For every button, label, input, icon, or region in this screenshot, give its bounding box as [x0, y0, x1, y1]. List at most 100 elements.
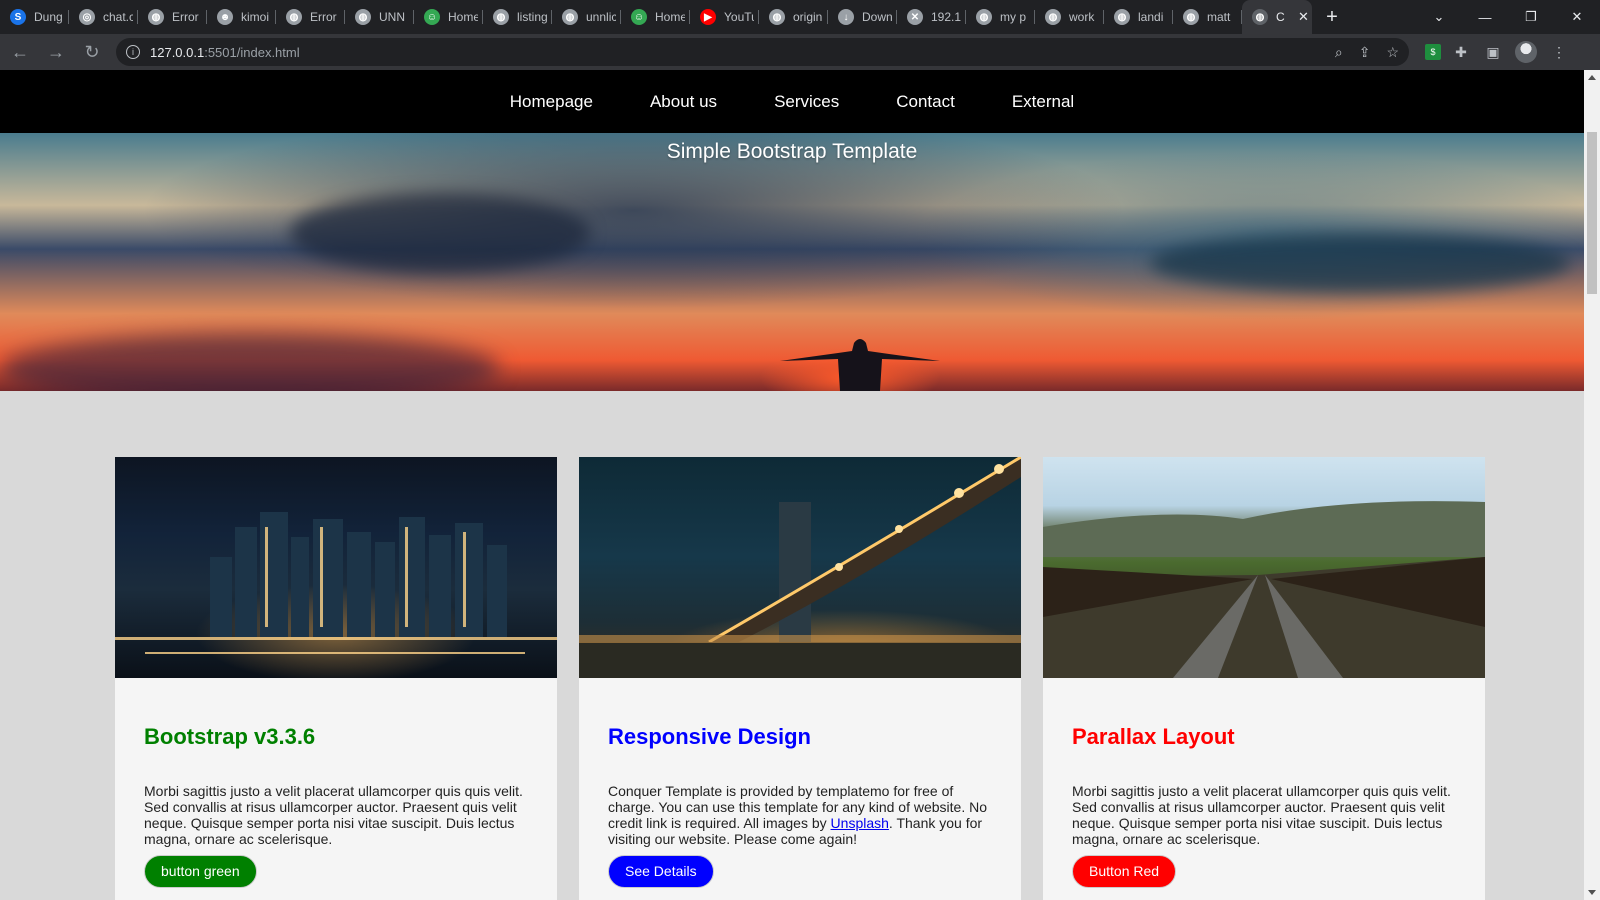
browser-tab[interactable]: ✕ 192.1: [897, 0, 966, 34]
extension-icon[interactable]: $: [1425, 44, 1441, 60]
face-icon: ☺: [631, 9, 647, 25]
s-letter-icon: S: [10, 9, 26, 25]
nav-external[interactable]: External: [1012, 92, 1074, 112]
tab-title: YouTu: [724, 10, 754, 24]
card-body: Responsive Design Conquer Template is pr…: [579, 678, 1021, 888]
browser-tab[interactable]: ◍ landi: [1104, 0, 1173, 34]
hero-banner: Simple Bootstrap Template: [0, 133, 1584, 391]
tab-title: Dung: [34, 10, 63, 24]
tab-title: Error: [172, 10, 199, 24]
page-scrollbar[interactable]: [1584, 70, 1600, 900]
card-bootstrap: Bootstrap v3.3.6 Morbi sagittis justo a …: [115, 457, 557, 900]
scrollbar-thumb[interactable]: [1587, 132, 1597, 294]
browser-tab[interactable]: ↓ Down: [828, 0, 897, 34]
railway-scene: [1043, 501, 1485, 678]
nav-homepage[interactable]: Homepage: [510, 92, 593, 112]
download-icon: ↓: [838, 9, 854, 25]
menu-dots-icon[interactable]: ⋮: [1547, 40, 1571, 64]
youtube-icon: ▶: [700, 9, 716, 25]
browser-tab[interactable]: ◎ chat.c: [69, 0, 138, 34]
card-body: Bootstrap v3.3.6 Morbi sagittis justo a …: [115, 678, 557, 888]
card-title: Parallax Layout: [1072, 724, 1235, 749]
railway-bridge-image: [1043, 457, 1485, 678]
page-viewport: Homepage About us Services Contact Exter…: [0, 70, 1584, 900]
card-parallax: Parallax Layout Morbi sagittis justo a v…: [1043, 457, 1485, 900]
bridge-night-image: [579, 457, 1021, 678]
card-title: Responsive Design: [608, 724, 811, 749]
back-button[interactable]: ←: [4, 36, 36, 68]
see-details-button[interactable]: See Details: [608, 855, 714, 888]
active-tab-title: C: [1276, 10, 1285, 24]
browser-tab[interactable]: ◍ Error: [138, 0, 207, 34]
extensions-area: $ ✚ ▣ ⋮: [1421, 40, 1575, 64]
reload-button[interactable]: ↻: [76, 36, 108, 68]
nav-services[interactable]: Services: [774, 92, 839, 112]
active-tab[interactable]: ◍ C ✕: [1242, 0, 1312, 34]
browser-tab[interactable]: ◍ listing: [483, 0, 552, 34]
browser-tab[interactable]: ▶ YouTu: [690, 0, 759, 34]
profile-avatar[interactable]: [1515, 41, 1537, 63]
tab-title: 192.1: [931, 10, 961, 24]
tab-title: listing: [517, 10, 547, 24]
browser-tab[interactable]: ◍ my p: [966, 0, 1035, 34]
close-window-button[interactable]: ✕: [1554, 9, 1600, 25]
browser-tab[interactable]: ◍ UNN: [345, 0, 414, 34]
globe-icon: ◍: [1183, 9, 1199, 25]
tab-list: S Dung ◎ chat.c ◍ Error ☻ kimoi ◍ Error ◍ UNN ☺ Home ◍…: [0, 0, 1242, 34]
zoom-icon[interactable]: ⌕: [1335, 44, 1343, 61]
browser-tab[interactable]: ☺ Home: [414, 0, 483, 34]
close-tab-icon[interactable]: ✕: [1298, 9, 1309, 25]
person-silhouette: [780, 339, 940, 391]
tab-title: origin: [793, 10, 823, 24]
city-night-image: [115, 457, 557, 678]
card-body: Parallax Layout Morbi sagittis justo a v…: [1043, 678, 1485, 888]
browser-tab[interactable]: ◍ matt: [1173, 0, 1242, 34]
browser-tab[interactable]: ◍ Error: [276, 0, 345, 34]
new-tab-button[interactable]: +: [1312, 0, 1352, 34]
hero-title: Simple Bootstrap Template: [666, 140, 918, 163]
browser-tab[interactable]: ◍ work: [1035, 0, 1104, 34]
side-panel-icon[interactable]: ▣: [1481, 40, 1505, 64]
globe-icon: ◍: [1045, 9, 1061, 25]
face-icon: ☺: [424, 9, 440, 25]
button-red[interactable]: Button Red: [1072, 855, 1177, 888]
tab-title: landi: [1138, 10, 1164, 24]
nav-contact[interactable]: Contact: [896, 92, 955, 112]
puzzle-icon[interactable]: ✚: [1449, 40, 1473, 64]
unsplash-link[interactable]: Unsplash: [831, 815, 889, 831]
browser-tab[interactable]: S Dung: [0, 0, 69, 34]
address-bar[interactable]: i 127.0.0.1:5501/index.html ⌕ ⇪ ☆: [116, 38, 1409, 66]
restore-button[interactable]: ❐: [1508, 9, 1554, 25]
browser-tab[interactable]: ☻ kimoi: [207, 0, 276, 34]
globe-icon: ◍: [493, 9, 509, 25]
url-path: :5501/index.html: [204, 44, 300, 60]
scroll-up-arrow-icon[interactable]: [1588, 75, 1596, 80]
share-icon[interactable]: ⇪: [1359, 44, 1371, 61]
chat-icon: ◎: [79, 9, 95, 25]
browser-tab-strip: S Dung ◎ chat.c ◍ Error ☻ kimoi ◍ Error ◍ UNN ☺ Home ◍…: [0, 0, 1600, 34]
globe-icon: ◍: [355, 9, 371, 25]
bookmark-star-icon[interactable]: ☆: [1386, 44, 1399, 61]
tab-title: Home: [448, 10, 478, 24]
x-logo-icon: ✕: [907, 9, 923, 25]
bridge-scene: [579, 457, 1021, 678]
globe-icon: ◍: [562, 9, 578, 25]
tab-search-icon[interactable]: ⌄: [1416, 9, 1462, 25]
card-responsive: Responsive Design Conquer Template is pr…: [579, 457, 1021, 900]
browser-tab[interactable]: ◍ origin: [759, 0, 828, 34]
browser-tab[interactable]: ◍ unnlic: [552, 0, 621, 34]
globe-icon: ◍: [286, 9, 302, 25]
scroll-down-arrow-icon[interactable]: [1588, 890, 1596, 895]
tab-title: kimoi: [241, 10, 270, 24]
hero-cloud: [1150, 233, 1570, 293]
forward-button[interactable]: →: [40, 36, 72, 68]
hero-cloud: [290, 193, 590, 273]
minimize-button[interactable]: —: [1462, 10, 1508, 25]
nav-about-us[interactable]: About us: [650, 92, 717, 112]
browser-tab[interactable]: ☺ Home: [621, 0, 690, 34]
site-info-icon[interactable]: i: [126, 45, 140, 59]
user-icon: ☻: [217, 9, 233, 25]
button-green[interactable]: button green: [144, 855, 257, 888]
tab-title: Error: [310, 10, 337, 24]
browser-toolbar: ← → ↻ i 127.0.0.1:5501/index.html ⌕ ⇪ ☆ …: [0, 34, 1600, 70]
